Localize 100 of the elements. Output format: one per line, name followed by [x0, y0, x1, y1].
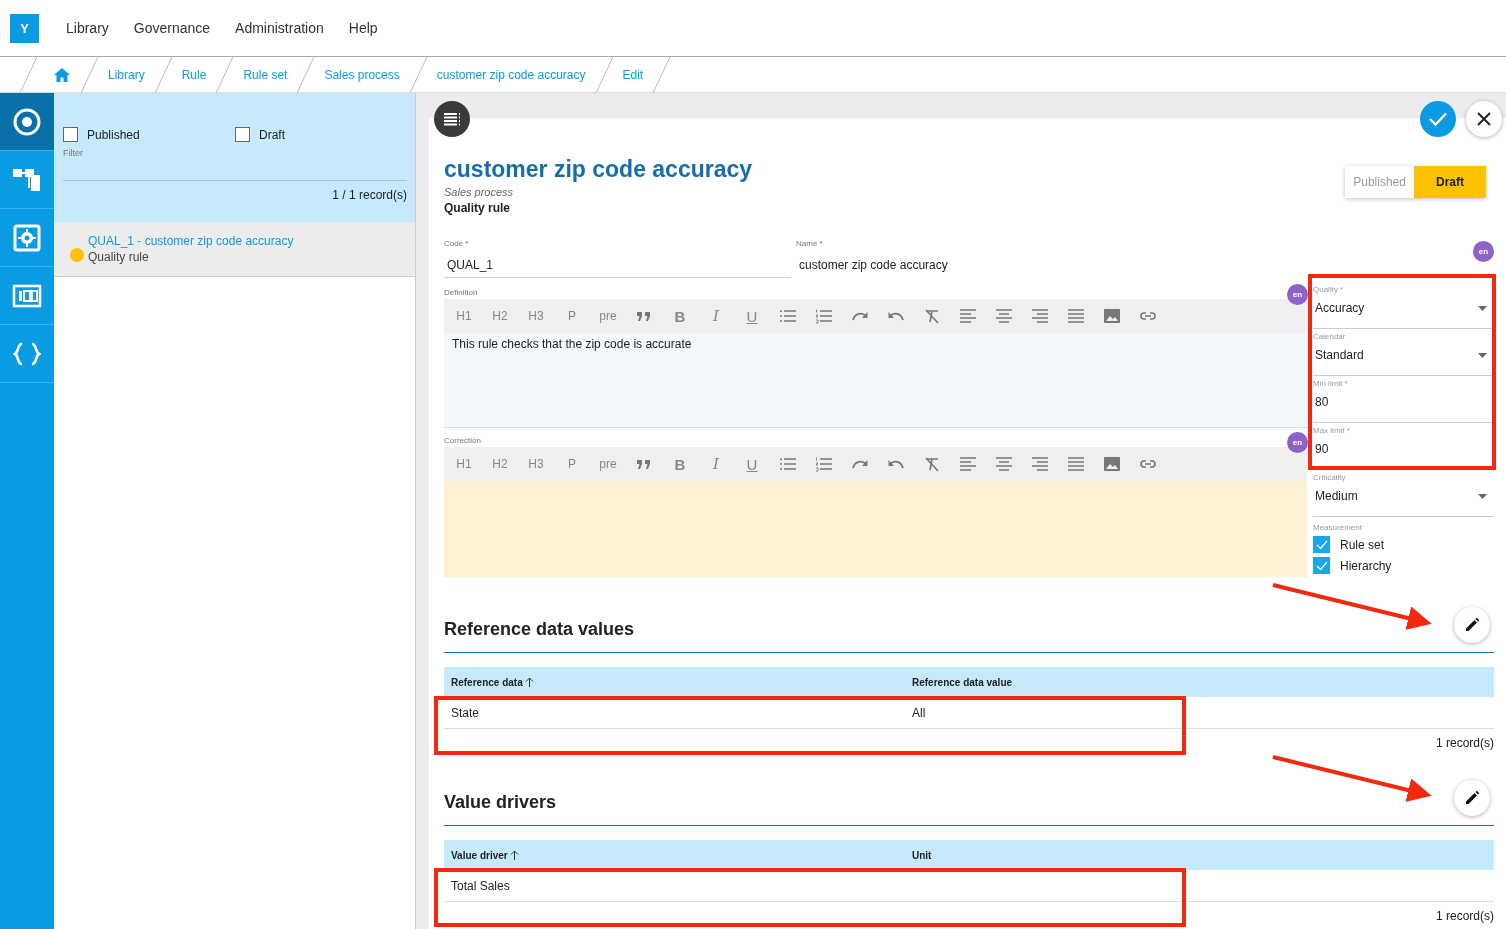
align-right-icon[interactable] — [1031, 308, 1049, 324]
checkbox[interactable] — [1313, 536, 1330, 553]
field-label: Correction — [444, 436, 481, 445]
breadcrumb-link[interactable]: Rule set — [243, 67, 288, 82]
breadcrumb-link[interactable]: customer zip code accuracy — [436, 67, 586, 82]
home-icon[interactable] — [53, 66, 71, 83]
format-button[interactable]: pre — [590, 309, 626, 323]
checkbox[interactable] — [63, 127, 78, 142]
dropdown[interactable]: Medium — [1313, 482, 1493, 503]
pencil-icon — [1464, 617, 1480, 633]
format-button[interactable]: H1 — [446, 457, 482, 471]
field-label: Quality * — [1313, 285, 1345, 294]
clear-icon[interactable] — [923, 308, 941, 324]
numbers-icon[interactable] — [815, 308, 833, 324]
text-editor[interactable]: This rule checks that the zip code is accurate — [444, 333, 1307, 428]
format-button[interactable]: pre — [590, 457, 626, 471]
result-item[interactable]: QUAL_1 - customer zip code accuracy Quality rule — [54, 222, 415, 277]
bullets-icon[interactable] — [779, 456, 797, 472]
record-type: Quality rule — [444, 201, 512, 215]
hierarchy-icon — [12, 166, 42, 193]
field-label: Measurement — [1313, 523, 1363, 532]
braces-icon — [13, 341, 41, 366]
text-field[interactable]: customer zip code accuracy — [796, 248, 1306, 277]
number-field[interactable]: 90 — [1313, 435, 1493, 456]
column-header[interactable]: Unit — [905, 849, 1494, 861]
status-toggle[interactable]: Published — [1345, 166, 1414, 198]
field-label: Calendar — [1313, 332, 1347, 341]
filter-label: Filter — [63, 148, 84, 158]
record-count: 1 record(s) — [1436, 909, 1494, 923]
meter-icon — [12, 283, 42, 308]
column-header[interactable]: Value driver — [444, 849, 905, 861]
menu-item[interactable]: Administration — [235, 20, 324, 36]
checkbox[interactable] — [1313, 557, 1330, 574]
align-right-icon[interactable] — [1031, 456, 1049, 472]
text-field[interactable]: QUAL_1 — [444, 248, 791, 277]
field-label: Max limit * — [1313, 426, 1351, 435]
breadcrumb-link[interactable]: Library — [108, 67, 145, 82]
justify-icon[interactable] — [1067, 456, 1085, 472]
field-label: Name * — [796, 239, 823, 248]
field-label: Min limit * — [1313, 379, 1349, 388]
breadcrumb-link[interactable]: Rule — [181, 67, 207, 82]
language-badge[interactable]: en — [1287, 432, 1308, 453]
menu-item[interactable]: Governance — [133, 20, 211, 36]
align-left-icon[interactable] — [959, 308, 977, 324]
align-center-icon[interactable] — [995, 308, 1013, 324]
underline-button[interactable]: U — [734, 307, 770, 325]
table-cell: Total Sales — [451, 878, 510, 893]
column-header[interactable]: Reference data value — [905, 676, 1494, 688]
sort-arrow-icon — [524, 677, 534, 687]
breadcrumb-link[interactable]: Edit — [622, 67, 644, 82]
menu-item[interactable]: Help — [348, 20, 378, 36]
result-title: QUAL_1 - customer zip code accuracy — [88, 234, 294, 248]
menu-button[interactable] — [434, 101, 470, 137]
checkbox-label: Draft — [259, 127, 285, 142]
menu-icon — [443, 112, 461, 126]
edit-button[interactable] — [1454, 607, 1490, 643]
format-button[interactable]: H2 — [482, 309, 518, 323]
close-button[interactable] — [1466, 101, 1502, 137]
format-button[interactable]: P — [554, 457, 590, 471]
table-cell: State — [451, 705, 480, 720]
numbers-icon[interactable] — [815, 456, 833, 472]
format-button[interactable]: P — [554, 309, 590, 323]
align-center-icon[interactable] — [995, 456, 1013, 472]
dropdown[interactable]: Accuracy — [1313, 294, 1493, 315]
bold-button[interactable]: B — [662, 307, 698, 325]
format-button[interactable]: H3 — [518, 309, 554, 323]
status-toggle[interactable]: Draft — [1414, 166, 1486, 198]
checkbox[interactable] — [235, 127, 250, 142]
sort-arrow-icon — [509, 850, 519, 860]
italic-button[interactable]: I — [698, 455, 734, 473]
close-icon — [1477, 112, 1491, 126]
justify-icon[interactable] — [1067, 308, 1085, 324]
menu-item[interactable]: Library — [66, 20, 109, 36]
clear-icon[interactable] — [923, 456, 941, 472]
record-subtitle: Sales process — [444, 186, 515, 198]
image-icon[interactable] — [1103, 308, 1121, 324]
result-subtitle: Quality rule — [88, 250, 150, 264]
format-button[interactable]: H3 — [518, 457, 554, 471]
format-button[interactable]: H2 — [482, 457, 518, 471]
format-button[interactable]: H1 — [446, 309, 482, 323]
edit-button[interactable] — [1454, 780, 1490, 816]
save-button[interactable] — [1420, 101, 1456, 137]
language-badge[interactable]: en — [1473, 241, 1494, 262]
dropdown[interactable]: Standard — [1313, 341, 1493, 362]
italic-button[interactable]: I — [698, 307, 734, 325]
record-count: 1 record(s) — [1436, 736, 1494, 750]
underline-button[interactable]: U — [734, 455, 770, 473]
number-field[interactable]: 80 — [1313, 388, 1493, 409]
bullets-icon[interactable] — [779, 308, 797, 324]
bold-button[interactable]: B — [662, 455, 698, 473]
align-left-icon[interactable] — [959, 456, 977, 472]
field-label: Definition — [444, 288, 478, 297]
image-icon[interactable] — [1103, 456, 1121, 472]
app-logo[interactable]: Y — [10, 13, 39, 43]
column-header[interactable]: Reference data — [444, 676, 905, 688]
record-count: 1 / 1 record(s) — [332, 188, 407, 202]
breadcrumb-link[interactable]: Sales process — [324, 67, 400, 82]
language-badge[interactable]: en — [1287, 284, 1308, 305]
editor-text: This rule checks that the zip code is accurate — [452, 337, 692, 351]
section-title: Value drivers — [444, 792, 557, 813]
